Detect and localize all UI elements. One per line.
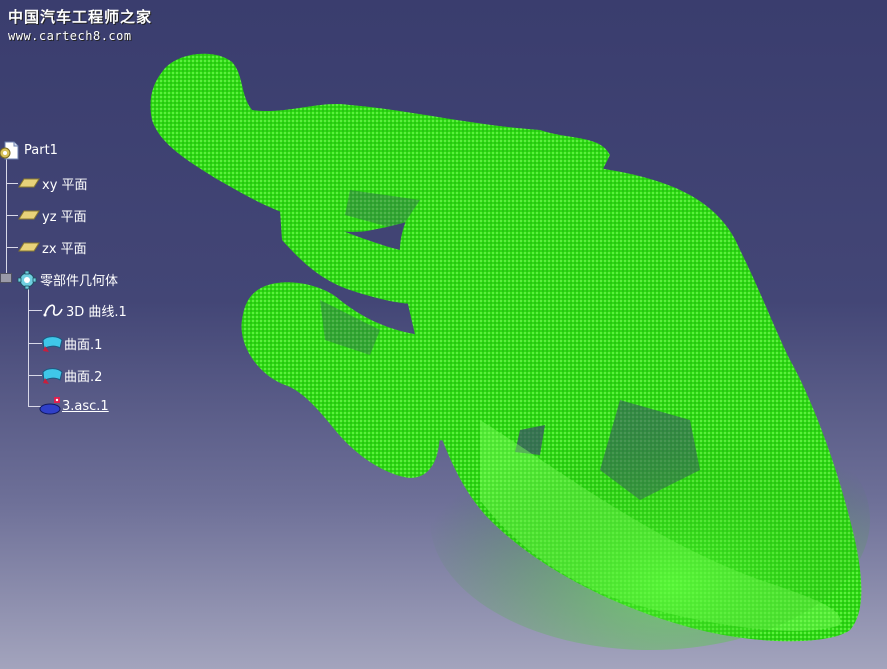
tree-label: 3.asc.1 — [62, 398, 109, 414]
tree-node-yz-plane[interactable]: yz 平面 — [18, 205, 87, 225]
tree-label: 3D 曲线.1 — [66, 304, 127, 320]
tree-connector — [28, 288, 29, 406]
part-body-gear-icon — [16, 270, 37, 290]
tree-connector — [28, 310, 42, 311]
specification-tree[interactable]: Part1 xy 平面 yz 平面 zx 平面 零部件几何体 3D 曲线.1 曲… — [0, 0, 200, 430]
tree-connector — [6, 183, 18, 184]
3d-viewport[interactable]: 中国汽车工程师之家 www.cartech8.com Part1 xy 平面 y… — [0, 0, 887, 669]
3d-curve-icon — [42, 301, 63, 319]
tree-node-part-body[interactable]: 零部件几何体 — [16, 269, 119, 290]
tree-node-part1[interactable]: Part1 — [0, 140, 58, 160]
point-cloud-icon — [38, 397, 61, 415]
tree-node-xy-plane[interactable]: xy 平面 — [18, 173, 88, 193]
tree-node-3d-curve[interactable]: 3D 曲线.1 — [42, 300, 127, 320]
tree-label: 零部件几何体 — [40, 273, 119, 289]
tree-node-point-cloud[interactable]: 3.asc.1 — [38, 396, 109, 416]
tree-label: yz 平面 — [42, 209, 87, 225]
tree-node-surface-2[interactable]: 曲面.2 — [40, 365, 102, 385]
tree-node-surface-1[interactable]: 曲面.1 — [40, 333, 102, 353]
collapse-toggle-icon[interactable] — [0, 273, 12, 283]
surface-icon — [40, 366, 63, 384]
surface-icon — [40, 334, 63, 352]
plane-icon — [18, 206, 40, 224]
plane-icon — [18, 174, 40, 192]
body-glow — [430, 390, 870, 650]
tree-label: Part1 — [24, 142, 58, 158]
plane-icon — [18, 238, 40, 256]
tree-node-zx-plane[interactable]: zx 平面 — [18, 237, 87, 257]
part-document-icon — [0, 141, 20, 160]
tree-connector — [6, 215, 18, 216]
tree-label: xy 平面 — [42, 177, 88, 193]
tree-connector — [6, 247, 18, 248]
tree-label: 曲面.1 — [64, 337, 103, 353]
tree-label: 曲面.2 — [64, 369, 103, 385]
tree-connector — [6, 158, 7, 278]
tree-label: zx 平面 — [42, 241, 87, 257]
